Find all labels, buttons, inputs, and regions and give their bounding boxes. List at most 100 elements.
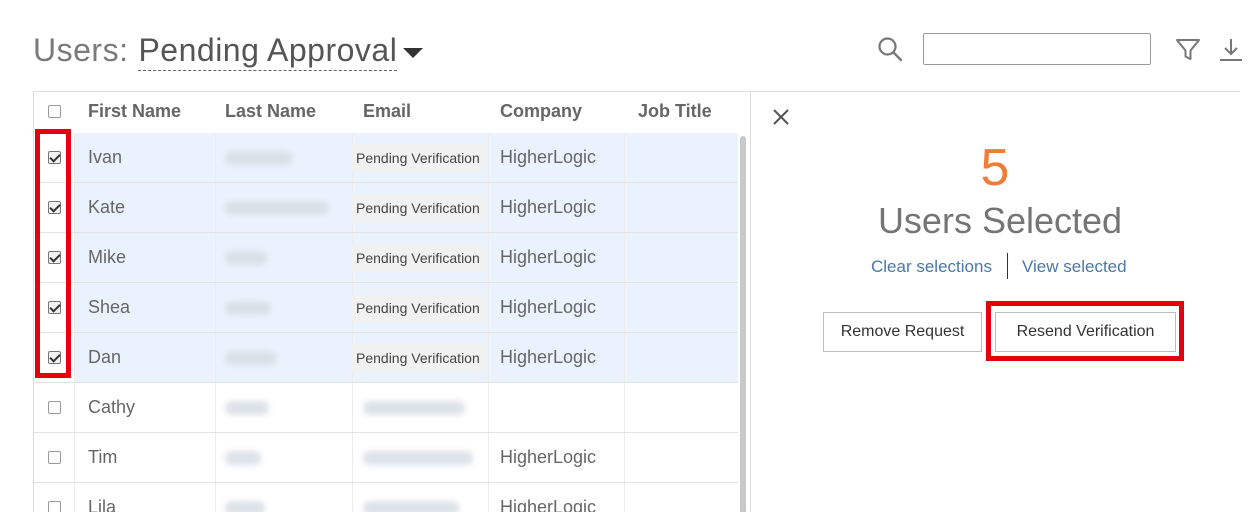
close-icon[interactable] xyxy=(772,108,790,126)
column-divider xyxy=(74,433,75,482)
row-checkbox-cell xyxy=(34,183,74,232)
row-checkbox[interactable] xyxy=(48,501,61,512)
column-divider xyxy=(352,433,353,482)
view-selector-label: Pending Approval xyxy=(138,32,398,68)
row-checkbox[interactable] xyxy=(48,401,61,414)
view-selected-link[interactable]: View selected xyxy=(1022,257,1127,277)
column-divider xyxy=(74,183,75,232)
row-checkbox[interactable] xyxy=(48,251,61,264)
redacted-last-name xyxy=(225,451,261,465)
column-divider xyxy=(74,483,75,512)
column-divider xyxy=(624,183,625,232)
remove-request-button[interactable]: Remove Request xyxy=(823,312,982,352)
clear-selections-link[interactable]: Clear selections xyxy=(871,257,992,277)
view-selector[interactable]: Pending Approval xyxy=(138,32,398,71)
cell-first-name: Ivan xyxy=(88,147,123,167)
column-divider xyxy=(74,133,75,182)
link-divider xyxy=(1007,253,1008,279)
row-checkbox-cell xyxy=(34,383,74,432)
row-checkbox[interactable] xyxy=(48,351,61,364)
column-divider xyxy=(624,433,625,482)
cell-company: HigherLogic xyxy=(500,247,597,267)
table-row[interactable]: Mike Pending Verification HigherLogic xyxy=(34,233,738,283)
row-checkbox[interactable] xyxy=(48,451,61,464)
column-divider xyxy=(488,183,489,232)
column-divider xyxy=(624,233,625,282)
column-header-last-name[interactable]: Last Name xyxy=(225,92,316,132)
column-divider xyxy=(74,283,75,332)
table-row[interactable]: Lila HigherLogic xyxy=(34,483,738,512)
column-divider xyxy=(488,233,489,282)
table-row[interactable]: Cathy xyxy=(34,383,738,433)
redacted-last-name xyxy=(225,351,277,365)
redacted-email xyxy=(363,501,459,512)
redacted-last-name xyxy=(225,301,271,315)
redacted-email xyxy=(363,451,473,465)
selected-count: 5 xyxy=(980,139,1010,197)
cell-first-name: Mike xyxy=(88,247,127,267)
column-divider xyxy=(488,383,489,432)
column-divider xyxy=(74,233,75,282)
users-grid: First Name Last Name Email Company Job T… xyxy=(33,91,750,512)
row-checkbox[interactable] xyxy=(48,301,61,314)
selected-count-label: Users Selected xyxy=(877,200,1123,241)
table-row[interactable]: Shea Pending Verification HigherLogic xyxy=(34,283,738,333)
column-divider xyxy=(215,383,216,432)
row-checkbox[interactable] xyxy=(48,201,61,214)
column-header-company[interactable]: Company xyxy=(500,92,582,132)
column-divider xyxy=(624,133,625,182)
title-prefix: Users: xyxy=(33,32,129,68)
column-divider xyxy=(624,383,625,432)
column-divider xyxy=(352,383,353,432)
column-divider xyxy=(215,333,216,382)
cell-first-name: Lila xyxy=(88,497,117,512)
table-row[interactable]: Ivan Pending Verification HigherLogic xyxy=(34,133,738,183)
cell-first-name: Tim xyxy=(88,447,118,467)
cell-company: HigherLogic xyxy=(500,297,597,317)
resend-verification-button[interactable]: Resend Verification xyxy=(995,312,1176,352)
row-checkbox-cell xyxy=(34,283,74,332)
caret-down-icon[interactable] xyxy=(403,47,424,58)
cell-company: HigherLogic xyxy=(500,347,597,367)
column-divider xyxy=(215,233,216,282)
select-all-checkbox[interactable] xyxy=(48,105,61,118)
redacted-last-name xyxy=(225,151,293,165)
row-checkbox-cell xyxy=(34,133,74,182)
row-checkbox-cell xyxy=(34,333,74,382)
row-checkbox-cell xyxy=(34,233,74,282)
row-checkbox[interactable] xyxy=(48,151,61,164)
redacted-last-name xyxy=(225,401,269,415)
table-row[interactable]: Tim HigherLogic xyxy=(34,433,738,483)
cell-first-name: Shea xyxy=(88,297,131,317)
cell-company: HigherLogic xyxy=(500,447,597,467)
cell-company: HigherLogic xyxy=(500,497,597,512)
column-divider xyxy=(215,183,216,232)
table-row[interactable]: Dan Pending Verification HigherLogic xyxy=(34,333,738,383)
redacted-last-name xyxy=(225,201,329,215)
row-checkbox-cell xyxy=(34,483,74,512)
redacted-last-name xyxy=(225,501,265,512)
column-divider xyxy=(488,283,489,332)
search-input[interactable] xyxy=(923,33,1151,65)
status-badge: Pending Verification xyxy=(351,294,485,322)
grid-scrollbar[interactable] xyxy=(740,136,746,512)
row-checkbox-cell xyxy=(34,433,74,482)
column-divider xyxy=(624,483,625,512)
column-header-job-title[interactable]: Job Title xyxy=(638,92,712,132)
column-header-first-name[interactable]: First Name xyxy=(88,92,181,132)
status-badge: Pending Verification xyxy=(351,194,485,222)
download-icon[interactable] xyxy=(1218,37,1244,63)
search-icon[interactable] xyxy=(877,36,903,62)
column-divider xyxy=(215,433,216,482)
cell-company: HigherLogic xyxy=(500,197,597,217)
cell-company: HigherLogic xyxy=(500,147,597,167)
column-header-email[interactable]: Email xyxy=(363,92,411,132)
cell-first-name: Dan xyxy=(88,347,122,367)
column-divider xyxy=(352,483,353,512)
grid-header: First Name Last Name Email Company Job T… xyxy=(34,92,750,132)
filter-icon[interactable] xyxy=(1175,37,1201,63)
cell-first-name: Kate xyxy=(88,197,126,217)
status-badge: Pending Verification xyxy=(351,244,485,272)
table-row[interactable]: Kate Pending Verification HigherLogic xyxy=(34,183,738,233)
column-divider xyxy=(215,483,216,512)
